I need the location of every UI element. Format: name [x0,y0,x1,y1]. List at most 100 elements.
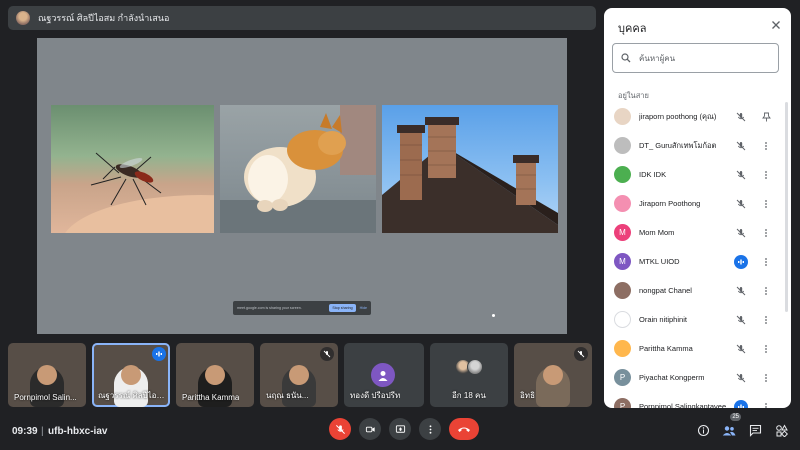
participant-tile[interactable]: นฤณ ธนัน... [260,343,338,407]
participant-name: Mom Mom [639,228,675,237]
separator: | [41,425,44,437]
people-count-badge: 25 [730,413,741,421]
side-controls: 25 [693,413,791,440]
participant-row[interactable]: P Pornpimol Salingkantavee... [604,392,791,408]
corgi-image [220,105,376,233]
participant-avatar [371,363,395,387]
participant-name: nongpat Chanel [639,286,692,295]
participant-row[interactable]: P Piyachat Kongperm [604,363,791,392]
participant-row[interactable]: M MTKL UIOD [604,247,791,276]
participant-row[interactable]: IDK IDK [604,160,791,189]
mic-off-icon[interactable] [734,226,748,240]
participant-row[interactable]: nongpat Chanel [604,276,791,305]
more-options-button[interactable] [759,196,773,211]
participant-tile[interactable]: อิทธิ [514,343,592,407]
more-options-button[interactable] [759,138,773,153]
more-participants-count: อีก 18 คน [452,391,486,400]
mic-off-icon[interactable] [734,371,748,385]
meeting-details-button[interactable] [693,420,713,440]
mic-off-icon[interactable] [734,110,748,124]
participant-tile[interactable]: Pornpimol Salin... [8,343,86,407]
participant-name: ณฐวรรณ์ ศิลปีไอสม [98,391,166,400]
meeting-clock: 09:39 [12,425,38,437]
call-controls [329,418,479,440]
more-vert-icon [429,424,431,434]
roof-chimneys-image [382,105,558,233]
close-panel-button[interactable] [769,18,783,32]
people-list: jiraporn poothong (คุณ) DT_ Guruสักเทพโมก… [604,102,791,408]
more-options-button[interactable] [759,167,773,182]
mic-off-icon[interactable] [734,284,748,298]
more-options-button[interactable] [759,283,773,298]
participant-row[interactable]: Jiraporn Poothong [604,189,791,218]
participant-row[interactable]: jiraporn poothong (คุณ) [604,102,791,131]
participant-row[interactable]: Parittha Kamma [604,334,791,363]
present-screen-icon [395,424,405,433]
video-camera-icon [365,426,375,432]
more-options-button[interactable] [759,225,773,240]
participant-name: DT_ Guruสักเทพโมก้อต [639,140,717,150]
shared-screen: meet.google.com is sharing your screen. … [37,38,567,334]
people-button[interactable]: 25 [719,413,741,440]
avatar [614,137,631,154]
more-options-button[interactable] [759,254,773,269]
participant-tile[interactable]: Parittha Kamma [176,343,254,407]
participant-row[interactable]: M Mom Mom [604,218,791,247]
avatar: M [614,253,631,270]
activities-button[interactable] [771,420,791,440]
mic-off-icon[interactable] [734,197,748,211]
participant-name: Orain nitiphinit [639,315,687,324]
participant-tile-presenter[interactable]: ณฐวรรณ์ ศิลปีไอสม [92,343,170,407]
mosquito-image [51,105,214,233]
participant-name: Pornpimol Salingkantavee... [639,402,733,408]
mouse-cursor [492,314,495,317]
speaking-indicator-icon [734,255,748,269]
avatar: P [614,398,631,408]
hide-notice-button[interactable]: Hide [360,306,367,310]
avatar [614,166,631,183]
more-options-button[interactable] [419,418,441,440]
chat-button[interactable] [745,420,765,440]
mic-off-icon[interactable] [734,139,748,153]
stop-sharing-button[interactable]: Stop sharing [329,304,356,312]
mic-off-icon[interactable] [734,168,748,182]
more-participants-tile[interactable]: อีก 18 คน [430,343,508,407]
mic-off-icon[interactable] [734,313,748,327]
avatar [614,311,631,328]
participant-name: Parittha Kamma [639,344,693,353]
participant-row[interactable]: Orain nitiphinit [604,305,791,334]
avatar [614,282,631,299]
info-icon [697,424,709,436]
camera-toggle-button[interactable] [359,418,381,440]
participant-name: jiraporn poothong (คุณ) [639,111,717,121]
participant-tile[interactable]: ทองดี ปรีอปรีท [344,343,424,407]
more-options-button[interactable] [759,341,773,356]
participant-name: อิทธิ [520,391,535,400]
avatar [614,195,631,212]
participant-tiles: Pornpimol Salin... ณฐวรรณ์ ศิลปีไอสม Par… [8,343,592,407]
mic-toggle-button[interactable] [329,418,351,440]
close-icon [772,21,780,29]
participant-name: Parittha Kamma [182,393,240,402]
mic-off-icon [320,347,334,361]
speaking-indicator-icon [734,400,748,408]
meeting-code: ufb-hbxc-iav [48,425,108,437]
present-screen-button[interactable] [389,418,411,440]
leave-call-button[interactable] [449,418,479,440]
avatar [614,340,631,357]
more-options-button[interactable] [759,370,773,385]
more-options-button[interactable] [759,399,773,408]
participant-name: IDK IDK [639,170,667,179]
participant-row[interactable]: DT_ Guruสักเทพโมก้อต [604,131,791,160]
search-people-input[interactable]: ค้นหาผู้คน [612,43,779,73]
participant-name: Piyachat Kongperm [639,373,705,382]
participant-video [536,365,570,407]
people-icon [722,425,736,435]
more-options-button[interactable] [759,312,773,327]
pin-button[interactable] [759,109,773,124]
more-participants-avatars [455,359,483,375]
presenter-banner: ณฐวรรณ์ ศิลปีไอสม กำลังนำเสนอ [8,6,596,30]
mic-off-icon[interactable] [734,342,748,356]
people-panel: บุคคล ค้นหาผู้คน อยู่ในสาย jiraporn poot… [604,8,791,408]
avatar: M [614,224,631,241]
